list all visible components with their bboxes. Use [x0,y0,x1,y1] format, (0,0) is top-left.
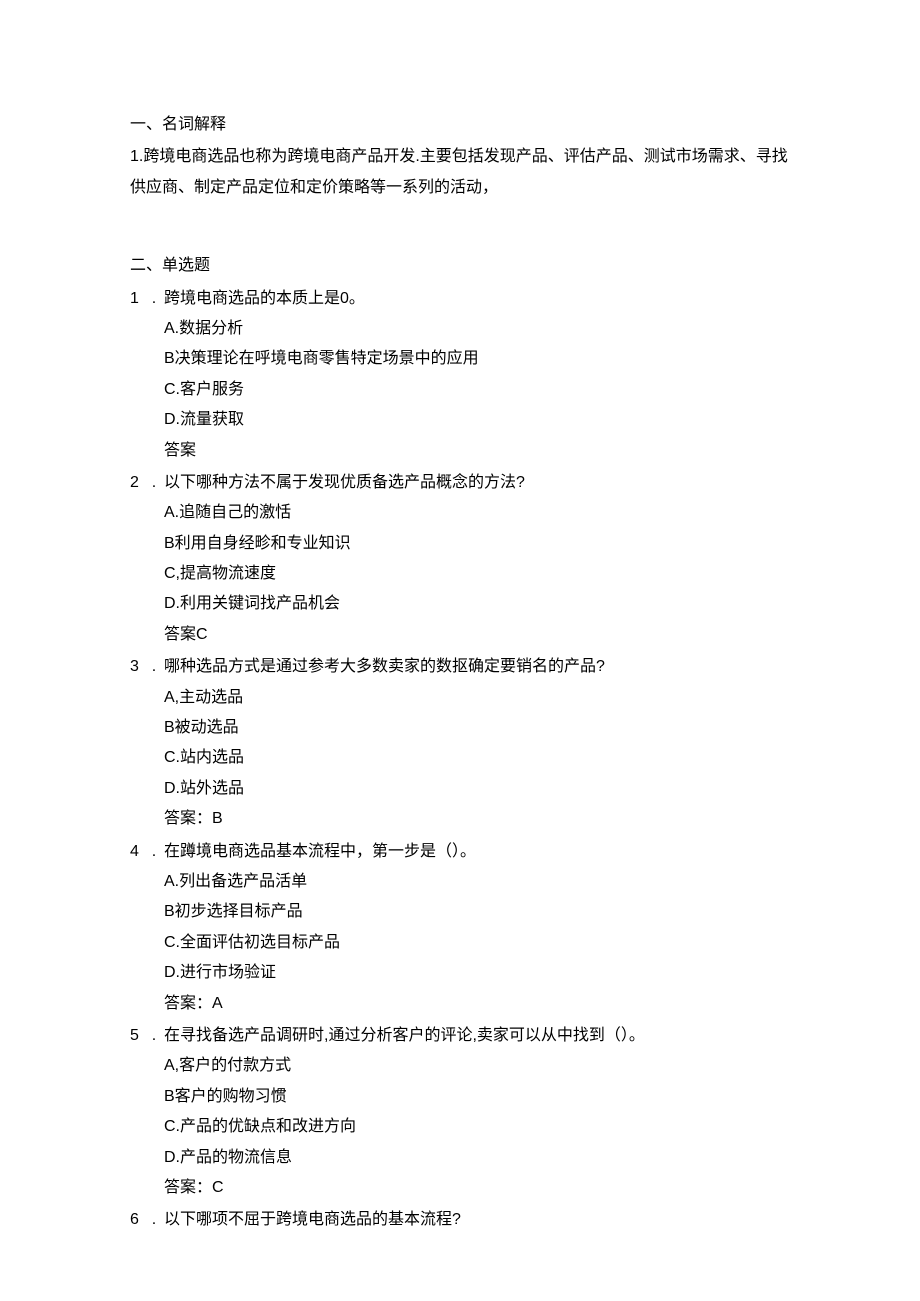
question-dot: . [144,468,164,498]
question-header: 1 . 跨境电商选品的本质上是0。 [130,284,800,314]
option-d: D.产品的物流信息 [130,1143,800,1173]
question-dot: . [144,284,164,314]
question-header: 6 . 以下哪项不屈于跨境电商选品的基本流程? [130,1205,800,1235]
option-a: A.数据分析 [130,314,800,344]
question-number: 4 [130,837,144,867]
option-d: D.流量获取 [130,405,800,435]
question-text: 以下哪种方法不属于发现优质备选产品概念的方法? [164,468,800,498]
option-a: A.追随自己的激恬 [130,498,800,528]
question-text: 哪种选品方式是通过参考大多数卖家的数抠确定要销名的产品? [164,652,800,682]
question-header: 3 . 哪种选品方式是通过参考大多数卖家的数抠确定要销名的产品? [130,652,800,682]
question-text: 跨境电商选品的本质上是0。 [164,284,800,314]
question-dot: . [144,652,164,682]
option-a: A,客户的付款方式 [130,1051,800,1081]
option-c: C.站内选品 [130,743,800,773]
section-2: 二、单选题 1 . 跨境电商选品的本质上是0。 A.数据分析 B决策理论在呼境电… [130,251,800,1236]
option-b: B利用自身经畛和专业知识 [130,529,800,559]
question-dot: . [144,837,164,867]
question-number: 1 [130,284,144,314]
question-4: 4 . 在蹲境电商选品基本流程中，第一步是（）。 A.列出备选产品活单 B初步选… [130,837,800,1019]
question-header: 2 . 以下哪种方法不属于发现优质备选产品概念的方法? [130,468,800,498]
answer: 答案：A [130,989,800,1019]
answer: 答案：C [130,1173,800,1203]
question-2: 2 . 以下哪种方法不属于发现优质备选产品概念的方法? A.追随自己的激恬 B利… [130,468,800,650]
answer: 答案 [130,436,800,466]
option-b: B初步选择目标产品 [130,897,800,927]
option-a: A,主动选品 [130,683,800,713]
question-dot: . [144,1205,164,1235]
question-5: 5 . 在寻找备选产品调研时,通过分析客户的评论,卖家可以从中找到（）。 A,客… [130,1021,800,1203]
section-1: 一、名词解释 1.跨境电商选品也称为跨境电商产品开发.主要包括发现产品、评估产品… [130,110,800,203]
option-c: C,提高物流速度 [130,559,800,589]
option-a: A.列出备选产品活单 [130,867,800,897]
option-d: D.利用关键词找产品机会 [130,589,800,619]
option-d: D.进行市场验证 [130,958,800,988]
definition-1: 1.跨境电商选品也称为跨境电商产品开发.主要包括发现产品、评估产品、测试市场需求… [130,142,800,203]
option-c: C.客户服务 [130,375,800,405]
question-number: 6 [130,1205,144,1235]
answer: 答案：B [130,804,800,834]
question-dot: . [144,1021,164,1051]
question-number: 2 [130,468,144,498]
option-c: C.全面评估初选目标产品 [130,928,800,958]
question-number: 5 [130,1021,144,1051]
question-text: 以下哪项不屈于跨境电商选品的基本流程? [164,1205,800,1235]
question-header: 4 . 在蹲境电商选品基本流程中，第一步是（）。 [130,837,800,867]
question-number: 3 [130,652,144,682]
section-1-title: 一、名词解释 [130,110,800,140]
option-b: B被动选品 [130,713,800,743]
option-b: B决策理论在呼境电商零售特定场景中的应用 [130,344,800,374]
question-3: 3 . 哪种选品方式是通过参考大多数卖家的数抠确定要销名的产品? A,主动选品 … [130,652,800,834]
question-6: 6 . 以下哪项不屈于跨境电商选品的基本流程? [130,1205,800,1235]
answer: 答案C [130,620,800,650]
question-text: 在蹲境电商选品基本流程中，第一步是（）。 [164,837,800,867]
question-text: 在寻找备选产品调研时,通过分析客户的评论,卖家可以从中找到（）。 [164,1021,800,1051]
option-b: B客户的购物习惯 [130,1082,800,1112]
question-list: 1 . 跨境电商选品的本质上是0。 A.数据分析 B决策理论在呼境电商零售特定场… [130,284,800,1236]
option-c: C.产品的优缺点和改进方向 [130,1112,800,1142]
section-2-title: 二、单选题 [130,251,800,281]
question-1: 1 . 跨境电商选品的本质上是0。 A.数据分析 B决策理论在呼境电商零售特定场… [130,284,800,466]
option-d: D.站外选品 [130,774,800,804]
question-header: 5 . 在寻找备选产品调研时,通过分析客户的评论,卖家可以从中找到（）。 [130,1021,800,1051]
